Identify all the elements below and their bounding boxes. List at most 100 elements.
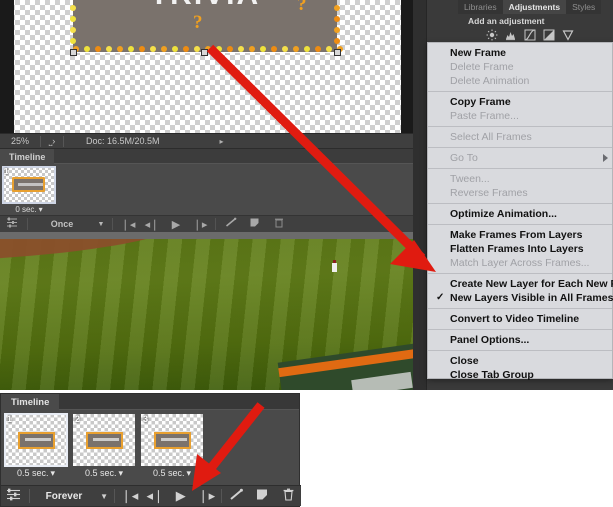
toolbar-divider — [27, 218, 28, 230]
duplicate-frame-icon[interactable] — [250, 488, 276, 504]
vibrance-icon[interactable] — [562, 28, 574, 41]
menu-separator — [428, 308, 612, 309]
frame-delay-value: 0.5 sec. — [152, 468, 185, 478]
timeline-top-tabbar-filler — [54, 150, 413, 164]
previous-frame-button[interactable]: ◂❘ — [142, 488, 168, 504]
document-canvas[interactable]: TRIVIA ? ? ? — [0, 0, 413, 133]
trash-icon[interactable] — [267, 217, 291, 231]
convert-to-video-timeline-icon[interactable] — [1, 488, 27, 504]
duplicate-frame-icon[interactable] — [243, 217, 267, 231]
frame-delay-dropdown[interactable]: 0.5 sec. ▾ — [5, 466, 67, 480]
frame-cell[interactable]: 3 0.5 sec. ▾ — [141, 414, 203, 480]
frame-thumbnail-content — [18, 432, 55, 449]
menu-item-optimize-animation[interactable]: Optimize Animation... — [428, 207, 612, 221]
menu-separator — [428, 224, 612, 225]
menu-separator — [428, 329, 612, 330]
frame-delay-value: 0.5 sec. — [84, 468, 117, 478]
tween-icon[interactable] — [219, 217, 243, 231]
frame-delay-dropdown[interactable]: 0 sec. ▾ — [3, 203, 55, 215]
tab-libraries[interactable]: Libraries — [458, 0, 503, 14]
transform-handle-bottom-left[interactable] — [70, 49, 77, 56]
play-button[interactable]: ▶ — [164, 218, 188, 231]
menu-item-label: New Layers Visible in All Frames — [450, 292, 613, 304]
menu-item-label: Delete Frame — [450, 61, 514, 73]
select-first-frame-button[interactable]: ❘◂ — [117, 488, 143, 504]
menu-item-label: Select All Frames — [450, 131, 532, 143]
loop-option-value[interactable]: Forever — [32, 491, 97, 502]
document-icon[interactable]: ⎵› — [41, 136, 63, 147]
loop-chevron-down-icon[interactable]: ▼ — [93, 221, 109, 228]
menu-item-create-new-layer-for-each-new-frame[interactable]: Create New Layer for Each New Frame — [428, 277, 613, 291]
menu-item-match-layer-across-frames: Match Layer Across Frames... — [428, 256, 612, 270]
menu-item-label: Flatten Frames Into Layers — [450, 243, 584, 255]
frame-delay-dropdown[interactable]: 0.5 sec. ▾ — [73, 466, 135, 480]
tab-timeline-bottom[interactable]: Timeline — [1, 394, 60, 410]
next-frame-button[interactable]: ❘▸ — [188, 218, 212, 231]
play-button[interactable]: ▶ — [168, 488, 194, 504]
menu-item-close[interactable]: Close — [428, 354, 612, 368]
trash-icon[interactable] — [275, 488, 301, 504]
selection-dot — [70, 5, 76, 11]
convert-to-video-timeline-icon[interactable] — [0, 217, 24, 231]
menu-item-new-frame[interactable]: New Frame — [428, 46, 612, 60]
selection-dot — [70, 38, 76, 44]
panel-tab-group: Libraries Adjustments Styles — [458, 0, 613, 14]
frame-cell[interactable]: 1 0 sec. ▾ — [2, 166, 56, 215]
frame-cell[interactable]: 1 0.5 sec. ▾ — [4, 413, 68, 480]
doc-size-info: Doc: 16.5M/20.5M — [86, 136, 160, 146]
trivia-graphic-layer[interactable]: TRIVIA ? ? ? — [73, 0, 337, 52]
frame-number: 1 — [7, 414, 13, 424]
menu-item-convert-to-video-timeline[interactable]: Convert to Video Timeline — [428, 312, 612, 326]
previous-frame-button[interactable]: ◂❘ — [140, 218, 164, 231]
menu-item-label: Tween... — [450, 173, 490, 185]
loop-chevron-down-icon[interactable]: ▼ — [96, 492, 111, 501]
timeline-panel-context-menu[interactable]: New Frame Delete Frame Delete Animation Cop… — [427, 42, 613, 382]
menu-item-flatten-frames-into-layers[interactable]: Flatten Frames Into Layers — [428, 242, 612, 256]
tab-timeline-top[interactable]: Timeline — [0, 149, 55, 164]
menu-item-label: Make Frames From Layers — [450, 229, 583, 241]
tab-styles[interactable]: Styles — [566, 0, 602, 14]
menu-item-copy-frame[interactable]: Copy Frame — [428, 95, 612, 109]
menu-item-make-frames-from-layers[interactable]: Make Frames From Layers — [428, 228, 612, 242]
timeline-bottom-toolbar: Forever ▼ ❘◂ ◂❘ ▶ ❘▸ — [1, 485, 301, 506]
exposure-icon[interactable] — [543, 28, 555, 41]
frame-thumbnail[interactable]: 1 — [4, 413, 68, 467]
tab-adjustments[interactable]: Adjustments — [502, 0, 567, 14]
menu-separator — [428, 126, 612, 127]
menu-item-label: Optimize Animation... — [450, 208, 557, 220]
menu-item-delete-frame: Delete Frame — [428, 60, 612, 74]
timeline-bottom-tabbar: Timeline — [1, 394, 299, 410]
frame-thumbnail[interactable]: 1 — [2, 166, 56, 204]
menu-item-label: Paste Frame... — [450, 110, 519, 122]
levels-icon[interactable] — [505, 28, 517, 41]
brightness-contrast-icon[interactable] — [486, 28, 498, 41]
menu-item-panel-options[interactable]: Panel Options... — [428, 333, 612, 347]
outfielder-player — [332, 260, 337, 272]
frame-delay-dropdown[interactable]: 0.5 sec. ▾ — [141, 466, 203, 480]
menu-item-reverse-frames: Reverse Frames — [428, 186, 612, 200]
loop-option-value[interactable]: Once — [31, 219, 93, 229]
toolbar-divider — [28, 489, 30, 503]
toolbar-divider-2 — [113, 489, 115, 503]
menu-item-new-layers-visible-in-all-frames[interactable]: ✓ New Layers Visible in All Frames — [428, 291, 613, 305]
chevron-down-icon: ▾ — [118, 467, 124, 478]
menu-item-close-tab-group[interactable]: Close Tab Group — [428, 368, 612, 382]
selection-dot — [334, 16, 340, 22]
frame-thumbnail[interactable]: 3 — [141, 414, 203, 466]
next-frame-button[interactable]: ❘▸ — [194, 488, 220, 504]
panel-dock-rail[interactable] — [413, 0, 427, 390]
menu-separator — [428, 168, 612, 169]
frame-thumbnail[interactable]: 2 — [73, 414, 135, 466]
selection-dot — [334, 38, 340, 44]
tween-icon[interactable] — [224, 488, 250, 504]
transform-handle-bottom-right[interactable] — [334, 49, 341, 56]
select-first-frame-button[interactable]: ❘◂ — [116, 218, 140, 231]
transform-handle-bottom-center[interactable] — [201, 49, 208, 56]
submenu-arrow-icon — [603, 154, 608, 162]
menu-item-select-all-frames: Select All Frames — [428, 130, 612, 144]
status-expand-arrow[interactable]: ▸ — [220, 137, 224, 146]
frame-cell[interactable]: 2 0.5 sec. ▾ — [73, 414, 135, 480]
menu-item-label: Copy Frame — [450, 96, 511, 108]
zoom-level[interactable]: 25% — [0, 136, 40, 146]
curves-icon[interactable] — [524, 28, 536, 41]
